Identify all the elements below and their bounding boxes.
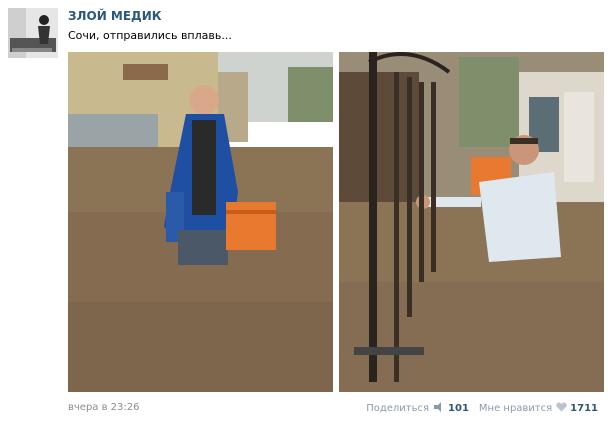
share-button[interactable]: Поделиться 101	[366, 402, 469, 415]
share-count: 101	[448, 403, 469, 414]
wall-post: ЗЛОЙ МЕДИК Сочи, отправились вплавь... в…	[0, 0, 614, 421]
heart-icon	[552, 402, 567, 415]
author-avatar[interactable]	[8, 8, 58, 58]
post-actions: Поделиться 101 Мне нравится 1711	[356, 402, 598, 415]
post-footer: вчера в 23:26 Поделиться 101 Мне нравитс…	[68, 402, 604, 416]
like-count: 1711	[570, 403, 598, 414]
share-label: Поделиться	[366, 403, 430, 414]
post-photo-right[interactable]	[339, 52, 604, 392]
share-icon	[429, 402, 445, 415]
like-button[interactable]: Мне нравится 1711	[479, 402, 598, 415]
post-timestamp[interactable]: вчера в 23:26	[68, 402, 140, 413]
post-photo-left[interactable]	[68, 52, 333, 392]
like-label: Мне нравится	[478, 403, 553, 414]
post-text: Сочи, отправились вплавь...	[68, 29, 232, 42]
author-name[interactable]: ЗЛОЙ МЕДИК	[68, 9, 162, 23]
